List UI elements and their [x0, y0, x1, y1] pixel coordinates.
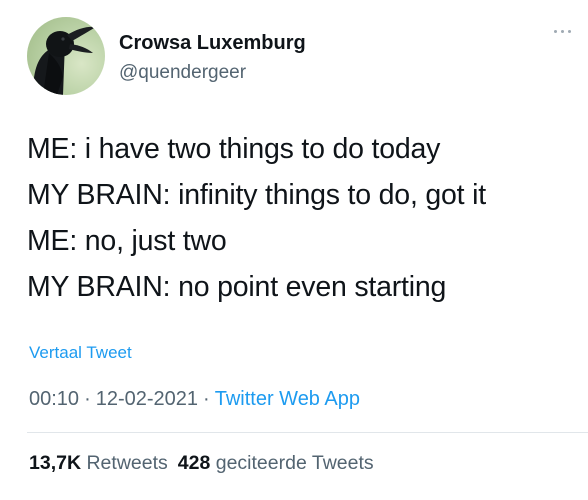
tweet-line: ME: i have two things to do today	[27, 133, 441, 165]
more-horizontal-icon[interactable]	[552, 22, 582, 42]
translate-tweet-link[interactable]: Vertaal Tweet	[29, 343, 132, 363]
crow-icon	[33, 26, 96, 95]
divider	[27, 432, 588, 433]
retweets-label: Retweets	[86, 452, 168, 474]
tweet-text: ME: i have two things to do today MY BRA…	[27, 126, 486, 310]
tweet-stats: 13,7K Retweets 428 geciteerde Tweets	[29, 452, 374, 475]
tweet-meta: 00:10 · 12-02-2021 · Twitter Web App	[29, 388, 360, 411]
tweet-time[interactable]: 00:10	[29, 388, 79, 410]
tweet-line: MY BRAIN: infinity things to do, got it	[27, 179, 486, 211]
author-handle[interactable]: @quendergeer	[119, 62, 246, 84]
avatar[interactable]	[27, 17, 105, 95]
retweets-stat[interactable]: 13,7K Retweets	[29, 452, 168, 474]
tweet-line: ME: no, just two	[27, 225, 227, 257]
quotes-stat[interactable]: 428 geciteerde Tweets	[178, 452, 374, 474]
separator: ·	[84, 388, 91, 410]
tweet-line: MY BRAIN: no point even starting	[27, 271, 447, 303]
quotes-label: geciteerde Tweets	[215, 452, 374, 474]
quotes-count: 428	[177, 452, 211, 474]
retweets-count: 13,7K	[29, 452, 82, 474]
tweet-date[interactable]: 12-02-2021	[96, 388, 198, 410]
author-display-name[interactable]: Crowsa Luxemburg	[119, 32, 306, 55]
tweet-source-link[interactable]: Twitter Web App	[215, 388, 360, 410]
tweet-card: Crowsa Luxemburg @quendergeer ME: i have…	[0, 0, 588, 500]
separator: ·	[203, 388, 210, 410]
